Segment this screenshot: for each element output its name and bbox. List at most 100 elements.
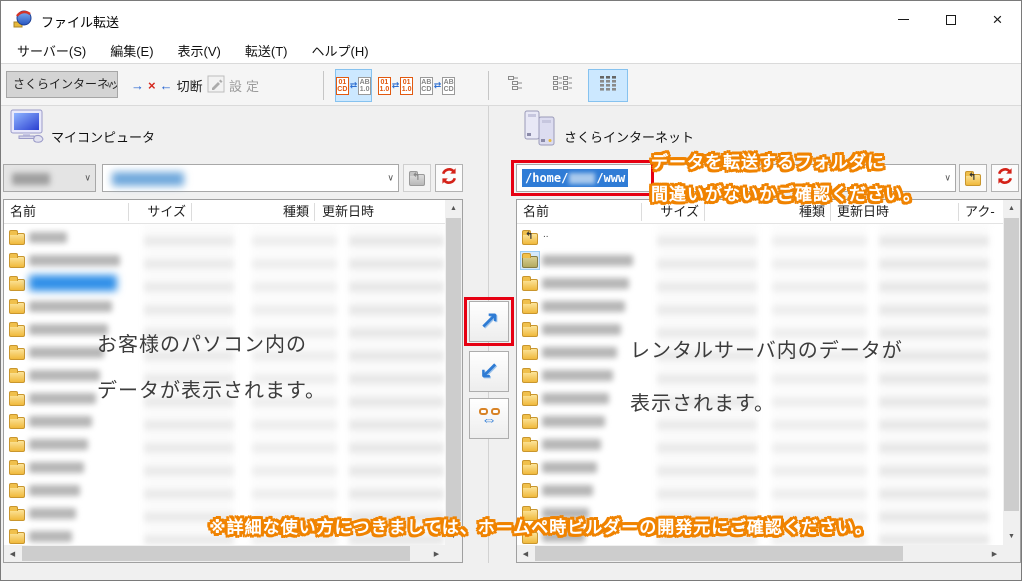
view-tree-button[interactable] [498, 69, 538, 102]
redacted-file-name [542, 255, 633, 266]
transfer-mode-binary-button[interactable]: 011.0 ⇄ 011.0 [377, 69, 414, 102]
folder-icon [7, 343, 27, 362]
view-list-button[interactable] [543, 69, 583, 102]
minimize-button[interactable] [880, 1, 927, 38]
folder-icon [7, 274, 27, 293]
file-row[interactable] [517, 272, 1003, 295]
transfer-mode-auto-button[interactable]: 01CD ⇄ AB1.0 [335, 69, 372, 102]
redacted-file-name [29, 485, 80, 496]
parent-dir-label: .. [543, 229, 549, 240]
download-button[interactable]: ↙ [469, 351, 509, 392]
scrollbar-thumb[interactable] [22, 546, 410, 561]
remote-refresh-button[interactable] [991, 164, 1019, 192]
column-header-date[interactable]: 更新日時 [322, 200, 374, 224]
folder-icon [7, 435, 27, 454]
file-row[interactable] [4, 249, 445, 272]
file-row[interactable] [517, 456, 1003, 479]
file-row[interactable] [517, 364, 1003, 387]
view-details-button[interactable] [588, 69, 628, 102]
redacted-file-name [29, 232, 67, 243]
chevron-down-icon: ∨ [106, 80, 113, 89]
disconnect-button[interactable]: → × ← 切断 [131, 71, 203, 100]
close-button[interactable]: × [974, 1, 1021, 38]
local-vertical-scrollbar[interactable]: ▲ ▼ [445, 200, 462, 545]
scroll-up-icon[interactable]: ▲ [445, 200, 462, 217]
list-view-icon [553, 75, 573, 97]
menu-help[interactable]: ヘルプ(H) [300, 38, 381, 63]
remote-panel: さくらインターネット /home/ /www ∨ データを転送するフォルダに 間… [516, 106, 1021, 564]
file-row[interactable] [4, 272, 445, 295]
redacted-file-name [542, 462, 597, 473]
server-icon [520, 108, 562, 157]
scrollbar-thumb[interactable] [1004, 218, 1019, 511]
file-row[interactable]: ↰.. [517, 226, 1003, 249]
file-row[interactable] [517, 249, 1003, 272]
mode-badge: 01CD [336, 77, 349, 95]
host-select-value: さくらインターネット [13, 77, 118, 91]
local-horizontal-scrollbar[interactable]: ◀ ▶ [4, 545, 445, 562]
footer-note: ※詳細な使い方につきましては、ホームペ時ビルダーの開発元にご確認ください。 [1, 513, 1021, 538]
host-select[interactable]: さくらインターネット ∨ [6, 71, 118, 98]
redacted-file-name [542, 439, 601, 450]
folder-icon [520, 481, 540, 500]
scroll-right-icon[interactable]: ▶ [986, 545, 1003, 562]
local-list-header: 名前 サイズ 種類 更新日時 [4, 200, 445, 224]
scrollbar-thumb[interactable] [535, 546, 903, 561]
mirror-upload-button[interactable]: ⇔ [469, 398, 509, 439]
file-row[interactable] [4, 226, 445, 249]
file-row[interactable] [4, 410, 445, 433]
maximize-icon [946, 15, 956, 25]
file-row[interactable] [517, 433, 1003, 456]
transfer-mode-ascii-button[interactable]: ABCD ⇄ ABCD [419, 69, 456, 102]
settings-button: 設定 [207, 71, 263, 100]
local-path-combobox[interactable]: ∨ [102, 164, 399, 192]
menu-server[interactable]: サーバー(S) [5, 38, 98, 63]
title-bar[interactable]: ファイル転送 × [1, 1, 1021, 38]
file-row[interactable] [4, 479, 445, 502]
x-icon: × [148, 78, 156, 93]
menu-view[interactable]: 表示(V) [166, 38, 233, 63]
redacted-file-name [29, 255, 120, 266]
scrollbar-corner [1003, 545, 1020, 562]
folder-icon [520, 458, 540, 477]
mode-badge: ABCD [442, 77, 455, 95]
scroll-right-icon[interactable]: ▶ [428, 545, 445, 562]
redacted-drive-name [12, 173, 50, 185]
scroll-left-icon[interactable]: ◀ [517, 545, 534, 562]
folder-icon [520, 412, 540, 431]
file-row[interactable] [4, 295, 445, 318]
window-controls: × [880, 1, 1021, 38]
folder-icon [520, 343, 540, 362]
local-refresh-button[interactable] [435, 164, 463, 192]
drive-select[interactable]: ∨ [3, 164, 96, 192]
scroll-up-icon[interactable]: ▲ [1003, 200, 1020, 217]
column-header-name[interactable]: 名前 [523, 200, 549, 224]
scrollbar-thumb[interactable] [446, 218, 461, 521]
scroll-left-icon[interactable]: ◀ [4, 545, 21, 562]
menu-edit[interactable]: 編集(E) [98, 38, 165, 63]
maximize-button[interactable] [927, 1, 974, 38]
column-header-type[interactable]: 種類 [244, 200, 309, 224]
column-header-permissions[interactable]: アク‐ [965, 200, 995, 224]
remote-vertical-scrollbar[interactable]: ▲ ▼ [1003, 200, 1020, 545]
file-row[interactable] [4, 456, 445, 479]
remote-parent-folder-button[interactable]: ↰ [959, 164, 987, 192]
file-row[interactable] [517, 295, 1003, 318]
redacted-file-name [29, 370, 100, 381]
menu-transfer[interactable]: 転送(T) [233, 38, 300, 63]
remote-list-body: レンタルサーバ内のデータが 表示されます。 ↰.. [517, 224, 1003, 545]
file-row[interactable] [4, 433, 445, 456]
column-header-size[interactable]: サイズ [124, 200, 186, 224]
remote-horizontal-scrollbar[interactable]: ◀ ▶ [517, 545, 1003, 562]
folder-icon [7, 251, 27, 270]
mode-badge: 011.0 [400, 77, 413, 95]
folder-icon [520, 435, 540, 454]
folder-icon [7, 320, 27, 339]
chevron-down-icon: ∨ [944, 174, 951, 183]
file-row[interactable] [517, 479, 1003, 502]
column-header-name[interactable]: 名前 [10, 200, 36, 224]
path-note-line2: 間違いがないかご確認ください。 [651, 180, 921, 205]
redacted-file-name [29, 416, 92, 427]
tree-view-icon [508, 75, 528, 97]
local-overlay-text-line1: お客様のパソコン内の [97, 328, 307, 357]
